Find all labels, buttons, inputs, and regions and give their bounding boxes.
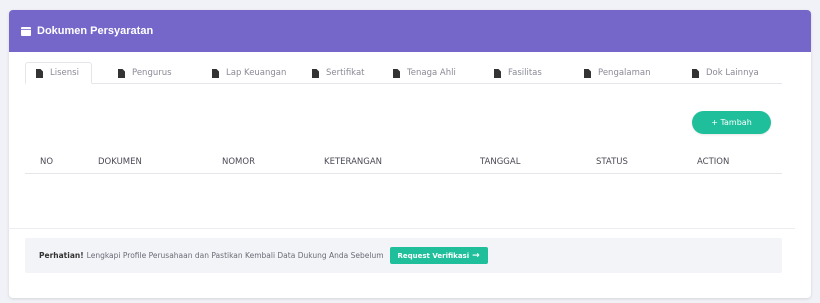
tab-dok-lainnya[interactable]: Dok Lainnya: [666, 62, 782, 84]
column-header-action: ACTION: [697, 157, 730, 167]
tab-label: Fasilitas: [508, 68, 542, 78]
tab-pengurus[interactable]: Pengurus: [92, 62, 184, 84]
request-verification-button[interactable]: Request Verifikasi →: [389, 247, 488, 264]
tab-label: Dok Lainnya: [706, 68, 759, 78]
tab-label: Lisensi: [50, 68, 79, 78]
document-icon: [692, 68, 699, 78]
tab-tenaga-ahli[interactable]: Tenaga Ahli: [375, 62, 476, 84]
tab-pengalaman[interactable]: Pengalaman: [562, 62, 666, 84]
document-icon: [118, 68, 125, 78]
notice-text: Lengkapi Profile Perusahaan dan Pastikan…: [86, 251, 384, 260]
document-tabs: Lisensi Pengurus Lap Keuangan Sertifikat…: [25, 62, 782, 84]
list-card-icon: [21, 26, 31, 36]
column-header-tanggal: TANGGAL: [480, 157, 521, 167]
tab-lap-keuangan[interactable]: Lap Keuangan: [184, 62, 290, 84]
card-title: Dokumen Persyaratan: [37, 25, 154, 37]
document-icon: [212, 68, 219, 78]
column-header-keterangan: KETERANGAN: [324, 157, 383, 167]
document-icon: [393, 68, 400, 78]
column-header-nomor: NOMOR: [222, 157, 255, 167]
verification-notice: Perhatian! Lengkapi Profile Perusahaan d…: [25, 238, 782, 273]
arrow-right-icon: →: [472, 250, 480, 261]
tab-sertifikat[interactable]: Sertifikat: [290, 62, 375, 84]
tab-lisensi[interactable]: Lisensi: [25, 62, 92, 84]
tab-label: Pengalaman: [598, 68, 651, 78]
column-header-no: NO: [40, 157, 54, 167]
document-icon: [494, 68, 501, 78]
add-document-button[interactable]: + Tambah: [692, 111, 771, 134]
tab-fasilitas[interactable]: Fasilitas: [476, 62, 562, 84]
document-icon: [312, 68, 319, 78]
tab-label: Tenaga Ahli: [407, 68, 456, 78]
request-verification-label: Request Verifikasi: [397, 251, 470, 260]
documents-table-header: NO DOKUMEN NOMOR KETERANGAN TANGGAL STAT…: [25, 150, 782, 174]
tab-label: Lap Keuangan: [226, 68, 287, 78]
notice-label: Perhatian!: [39, 251, 84, 260]
section-divider: [7, 228, 795, 229]
column-header-dokumen: DOKUMEN: [98, 157, 142, 167]
document-icon: [584, 68, 591, 78]
card-header: Dokumen Persyaratan: [9, 10, 811, 52]
document-icon: [36, 68, 43, 78]
tab-label: Pengurus: [132, 68, 172, 78]
column-header-status: STATUS: [596, 157, 628, 167]
tab-label: Sertifikat: [326, 68, 365, 78]
